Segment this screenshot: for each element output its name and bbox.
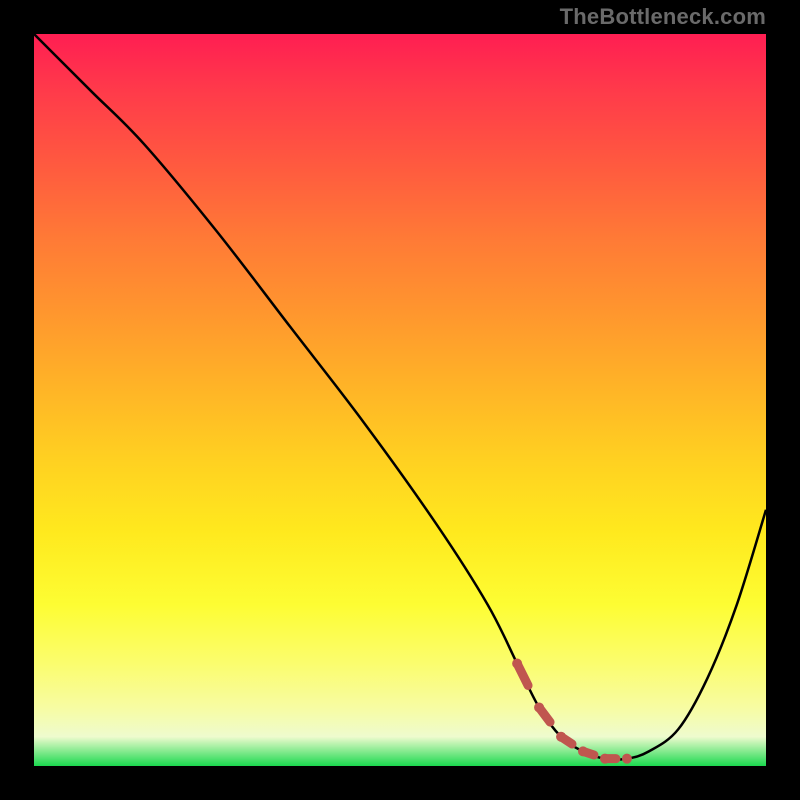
- gradient-background: [34, 34, 766, 766]
- watermark-text: TheBottleneck.com: [560, 4, 766, 30]
- chart-area: [34, 34, 766, 766]
